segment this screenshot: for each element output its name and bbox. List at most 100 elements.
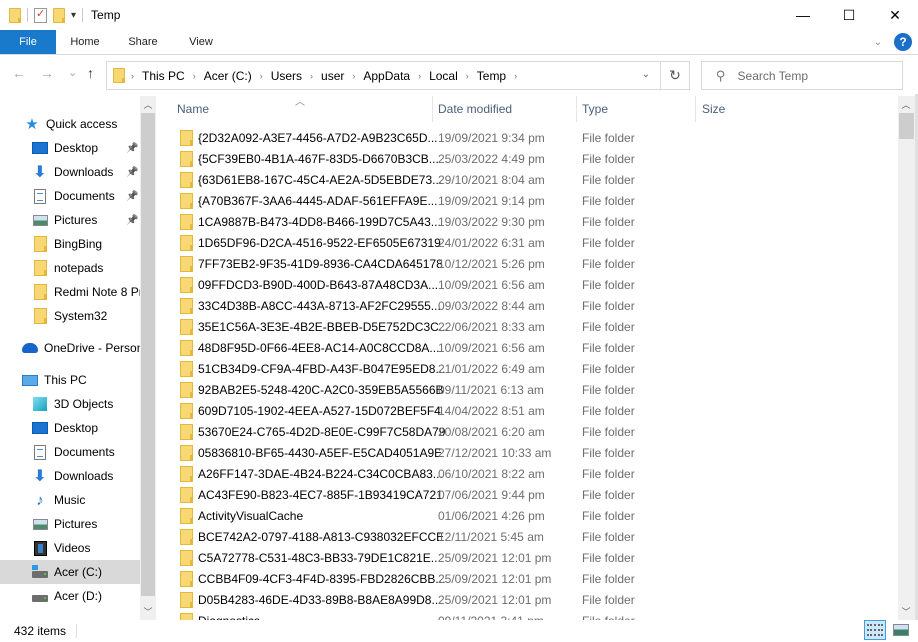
sidebar-item-music[interactable]: ♪ Music bbox=[0, 488, 140, 512]
expand-ribbon-chevron-icon[interactable]: ⌄ bbox=[874, 37, 882, 48]
file-row[interactable]: D05B4283-46DE-4D33-89B8-B8AE8A99D8... 25/… bbox=[162, 589, 882, 610]
close-button[interactable]: ✕ bbox=[872, 0, 918, 30]
sidebar-item-redmi-note-8-pro[interactable]: Redmi Note 8 Pro bbox=[0, 280, 140, 304]
sidebar-item-bingbing[interactable]: BingBing bbox=[0, 232, 140, 256]
sidebar-item-onedrive-personal[interactable]: OneDrive - Personal bbox=[0, 336, 140, 360]
chevron-right-icon[interactable]: › bbox=[260, 71, 263, 81]
column-header-size[interactable]: Size bbox=[702, 96, 792, 122]
scrollbar-thumb[interactable] bbox=[141, 113, 155, 596]
chevron-right-icon[interactable]: › bbox=[466, 71, 469, 81]
sidebar-item-pictures[interactable]: Pictures bbox=[0, 512, 140, 536]
minimize-button[interactable]: — bbox=[780, 0, 826, 30]
file-row[interactable]: 609D7105-1902-4EEA-A527-15D072BEF5F4 14/0… bbox=[162, 400, 882, 421]
file-row[interactable]: {2D32A092-A3E7-4456-A7D2-A9B23C65D... 19/… bbox=[162, 127, 882, 148]
chevron-right-icon[interactable]: › bbox=[310, 71, 313, 81]
breadcrumb-acer-c[interactable]: Acer (C:) bbox=[204, 69, 252, 83]
file-row[interactable]: 35E1C56A-3E3E-4B2E-BBEB-D5E752DC3C... 22/… bbox=[162, 316, 882, 337]
scroll-down-icon[interactable]: ﹀ bbox=[140, 603, 156, 620]
maximize-button[interactable]: ☐ bbox=[826, 0, 872, 30]
file-row[interactable]: 1CA9887B-B473-4DD8-B466-199D7C5A43... 19/… bbox=[162, 211, 882, 232]
sidebar-item-system32[interactable]: System32 bbox=[0, 304, 140, 328]
breadcrumb-temp[interactable]: Temp bbox=[477, 69, 506, 83]
file-row[interactable]: Diagnostics09/11/2021 3:41 pmFile folder bbox=[162, 610, 882, 620]
sidebar-item-desktop[interactable]: Desktop bbox=[0, 416, 140, 440]
chevron-right-icon[interactable]: › bbox=[514, 71, 517, 81]
breadcrumb-appdata[interactable]: AppData bbox=[363, 69, 410, 83]
sidebar-item-pictures[interactable]: Pictures 📌 bbox=[0, 208, 140, 232]
file-row[interactable]: AC43FE90-B823-4EC7-885F-1B93419CA721 07/0… bbox=[162, 484, 882, 505]
forward-button[interactable]: → bbox=[40, 65, 54, 81]
file-row[interactable]: 33C4D38B-A8CC-443A-8713-AF2FC29555... 09/… bbox=[162, 295, 882, 316]
recent-locations-button[interactable]: ⌄ bbox=[68, 66, 77, 79]
back-button[interactable]: ← bbox=[12, 65, 26, 81]
file-row[interactable]: 09FFDCD3-B90D-400D-B643-87A48CD3A... 10/0… bbox=[162, 274, 882, 295]
pictures-icon-glyph bbox=[32, 214, 48, 226]
sidebar-item-this-pc[interactable]: This PC bbox=[0, 368, 140, 392]
file-row[interactable]: 1D65DF96-D2CA-4516-9522-EF6505E67319 24/0… bbox=[162, 232, 882, 253]
sidebar-item-acer-c[interactable]: Acer (C:) bbox=[0, 560, 140, 584]
file-row[interactable]: 92BAB2E5-5248-420C-A2C0-359EB5A5566B 09/1… bbox=[162, 379, 882, 400]
file-list-scrollbar[interactable]: ︿ ﹀ bbox=[898, 96, 915, 620]
chevron-right-icon[interactable]: › bbox=[193, 71, 196, 81]
column-divider[interactable] bbox=[576, 96, 577, 122]
customize-toolbar-dropdown-icon[interactable]: ▾ bbox=[71, 10, 76, 21]
file-row[interactable]: {5CF39EB0-4B1A-467F-83D5-D6670B3CB... 25/… bbox=[162, 148, 882, 169]
file-row[interactable]: C5A72778-C531-48C3-BB33-79DE1C821E... 25/… bbox=[162, 547, 882, 568]
file-row[interactable]: 05836810-BF65-4430-A5EF-E5CAD4051A9E 27/1… bbox=[162, 442, 882, 463]
file-date-modified: 25/09/2021 12:01 pm bbox=[438, 571, 552, 586]
column-header-name[interactable]: Name bbox=[177, 96, 432, 122]
new-folder-icon[interactable] bbox=[53, 7, 65, 23]
chevron-right-icon[interactable]: › bbox=[418, 71, 421, 81]
file-row[interactable]: BCE742A2-0797-4188-A813-C938032EFCCE 12/1… bbox=[162, 526, 882, 547]
navigation-pane-scrollbar[interactable]: ︿ ﹀ bbox=[140, 96, 156, 620]
scrollbar-thumb[interactable] bbox=[899, 113, 914, 139]
breadcrumb-local[interactable]: Local bbox=[429, 69, 458, 83]
sidebar-item-downloads[interactable]: ⬇ Downloads bbox=[0, 464, 140, 488]
help-icon[interactable]: ? bbox=[894, 33, 912, 51]
sidebar-item-acer-d[interactable]: Acer (D:) bbox=[0, 584, 140, 608]
tab-share[interactable]: Share bbox=[114, 30, 172, 54]
tab-view[interactable]: View bbox=[172, 30, 230, 54]
column-header-date-modified[interactable]: Date modified bbox=[438, 96, 576, 122]
sidebar-item-notepads[interactable]: notepads bbox=[0, 256, 140, 280]
column-divider[interactable] bbox=[695, 96, 696, 122]
properties-icon[interactable] bbox=[34, 7, 47, 23]
up-button[interactable]: ↑ bbox=[87, 65, 94, 81]
breadcrumb-users[interactable]: Users bbox=[271, 69, 302, 83]
sidebar-item-quick-access[interactable]: ★ Quick access bbox=[0, 112, 140, 136]
refresh-button[interactable]: ↻ bbox=[661, 61, 690, 90]
sidebar-item-downloads[interactable]: ⬇ Downloads 📌 bbox=[0, 160, 140, 184]
file-row[interactable]: A26FF147-3DAE-4B24-B224-C34C0CBA83... 06/… bbox=[162, 463, 882, 484]
file-row[interactable]: 51CB34D9-CF9A-4FBD-A43F-B047E95ED8... 21/… bbox=[162, 358, 882, 379]
sidebar-item-videos[interactable]: Videos bbox=[0, 536, 140, 560]
column-divider[interactable] bbox=[432, 96, 433, 122]
scroll-down-icon[interactable]: ﹀ bbox=[898, 603, 914, 620]
tab-file[interactable]: File bbox=[0, 30, 56, 54]
address-history-dropdown-icon[interactable]: ⌄ bbox=[642, 69, 650, 80]
file-row[interactable]: 53670E24-C765-4D2D-8E0E-C99F7C58DA79 20/0… bbox=[162, 421, 882, 442]
chevron-right-icon[interactable]: › bbox=[131, 71, 134, 81]
file-row[interactable]: 48D8F95D-0F66-4EE8-AC14-A0C8CCD8A... 10/0… bbox=[162, 337, 882, 358]
sidebar-item-3d-objects[interactable]: 3D Objects bbox=[0, 392, 140, 416]
sidebar-item-desktop[interactable]: Desktop 📌 bbox=[0, 136, 140, 160]
breadcrumb-user[interactable]: user bbox=[321, 69, 344, 83]
search-box[interactable]: ⚲ bbox=[701, 61, 903, 90]
tab-home[interactable]: Home bbox=[56, 30, 114, 54]
scroll-up-icon[interactable]: ︿ bbox=[140, 96, 156, 113]
search-input[interactable] bbox=[737, 68, 878, 83]
file-row[interactable]: ActivityVisualCache 01/06/2021 4:26 pm Fil… bbox=[162, 505, 882, 526]
file-row[interactable]: {A70B367F-3AA6-4445-ADAF-561EFFA9E... 19/… bbox=[162, 190, 882, 211]
sidebar-item-documents[interactable]: Documents 📌 bbox=[0, 184, 140, 208]
music-icon: ♪ bbox=[32, 492, 48, 509]
breadcrumb-this-pc[interactable]: This PC bbox=[142, 69, 185, 83]
chevron-right-icon[interactable]: › bbox=[352, 71, 355, 81]
address-bar[interactable]: › This PC › Acer (C:) › Users › user › A… bbox=[106, 61, 661, 90]
scroll-up-icon[interactable]: ︿ bbox=[898, 96, 914, 113]
large-icons-view-button[interactable] bbox=[890, 620, 912, 640]
file-row[interactable]: {63D61EB8-167C-45C4-AE2A-5D5EBDE73... 29/… bbox=[162, 169, 882, 190]
sidebar-item-documents[interactable]: Documents bbox=[0, 440, 140, 464]
details-view-button[interactable] bbox=[864, 620, 886, 640]
file-row[interactable]: CCBB4F09-4CF3-4F4D-8395-FBD2826CBB... 25/… bbox=[162, 568, 882, 589]
file-row[interactable]: 7FF73EB2-9F35-41D9-8936-CA4CDA645178 10/1… bbox=[162, 253, 882, 274]
column-header-type[interactable]: Type bbox=[582, 96, 695, 122]
